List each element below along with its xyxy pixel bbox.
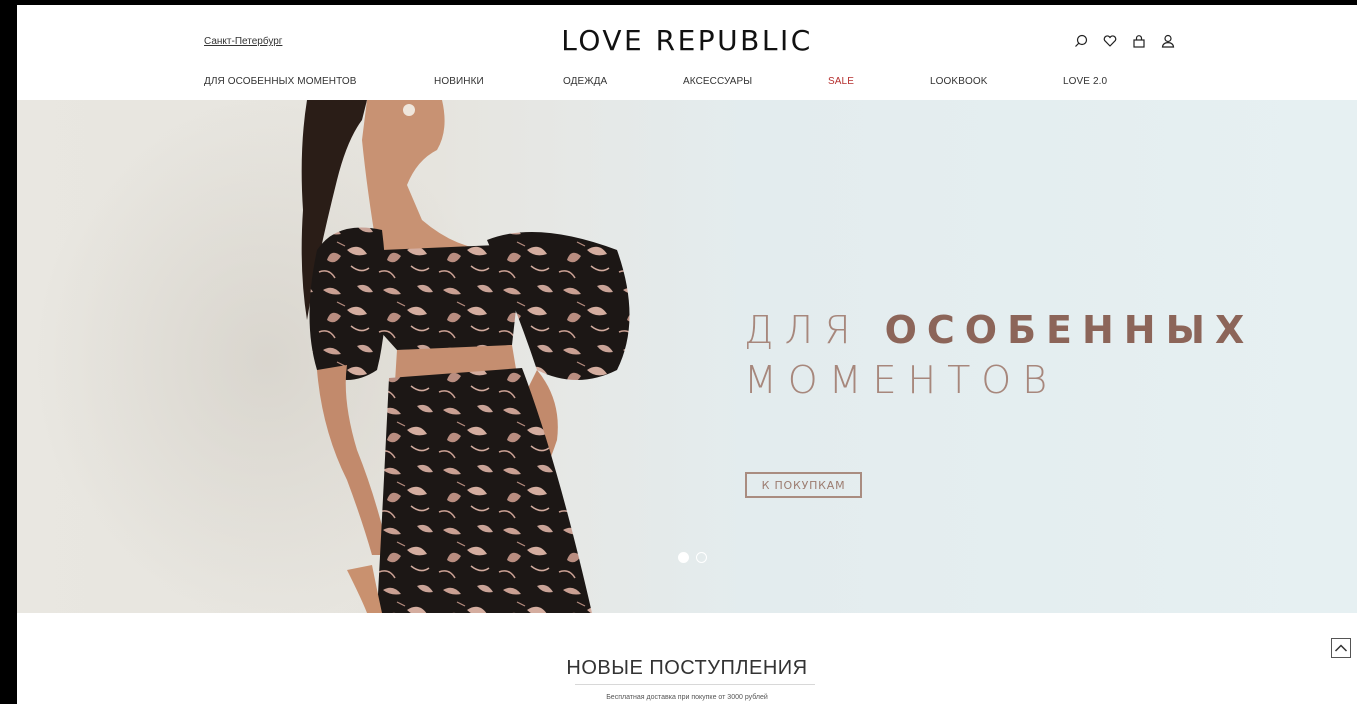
slider-dot-2[interactable] (696, 552, 707, 563)
slider-dot-1[interactable] (678, 552, 689, 563)
nav-item-accessories[interactable]: АКСЕССУАРЫ (683, 76, 752, 87)
nav-item-clothing[interactable]: ОДЕЖДА (563, 76, 607, 87)
section-divider (575, 684, 815, 685)
shop-now-button[interactable]: К ПОКУПКАМ (745, 472, 862, 498)
header-icons (1073, 33, 1176, 49)
bag-icon[interactable] (1131, 33, 1147, 49)
hero-banner[interactable]: ДЛЯ ОСОБЕННЫХ МОМЕНТОВ К ПОКУПКАМ (17, 100, 1357, 613)
heart-icon[interactable] (1102, 33, 1118, 49)
nav-item-love-2[interactable]: LOVE 2.0 (1063, 76, 1107, 87)
hero-title-line2: МОМЕНТОВ (744, 358, 1059, 402)
new-arrivals-subtitle: Бесплатная доставка при покупке от 3000 … (606, 694, 768, 701)
page: Санкт-Петербург LOVE REPUBLIC ДЛЯ ОСОБЕН… (17, 5, 1357, 704)
chevron-up-icon (1334, 644, 1348, 652)
site-header: Санкт-Петербург LOVE REPUBLIC ДЛЯ ОСОБЕН… (17, 5, 1357, 100)
nav-item-lookbook[interactable]: LOOKBOOK (930, 76, 988, 87)
hero-title: ДЛЯ ОСОБЕННЫХ МОМЕНТОВ (744, 305, 1254, 405)
scroll-to-top-button[interactable] (1331, 638, 1351, 658)
nav-item-sale[interactable]: SALE (828, 76, 854, 87)
search-icon[interactable] (1073, 33, 1089, 49)
nav-item-new[interactable]: НОВИНКИ (434, 76, 484, 87)
hero-title-light: ДЛЯ (744, 308, 862, 352)
new-arrivals-title: НОВЫЕ ПОСТУПЛЕНИЯ (566, 657, 808, 679)
hero-title-bold: ОСОБЕННЫХ (884, 308, 1255, 352)
main-nav: ДЛЯ ОСОБЕННЫХ МОМЕНТОВ НОВИНКИ ОДЕЖДА АК… (17, 76, 1357, 92)
hero-model-photo (17, 100, 717, 613)
user-icon[interactable] (1160, 33, 1176, 49)
slider-dots (678, 552, 707, 563)
nav-item-special-moments[interactable]: ДЛЯ ОСОБЕННЫХ МОМЕНТОВ (204, 76, 357, 87)
